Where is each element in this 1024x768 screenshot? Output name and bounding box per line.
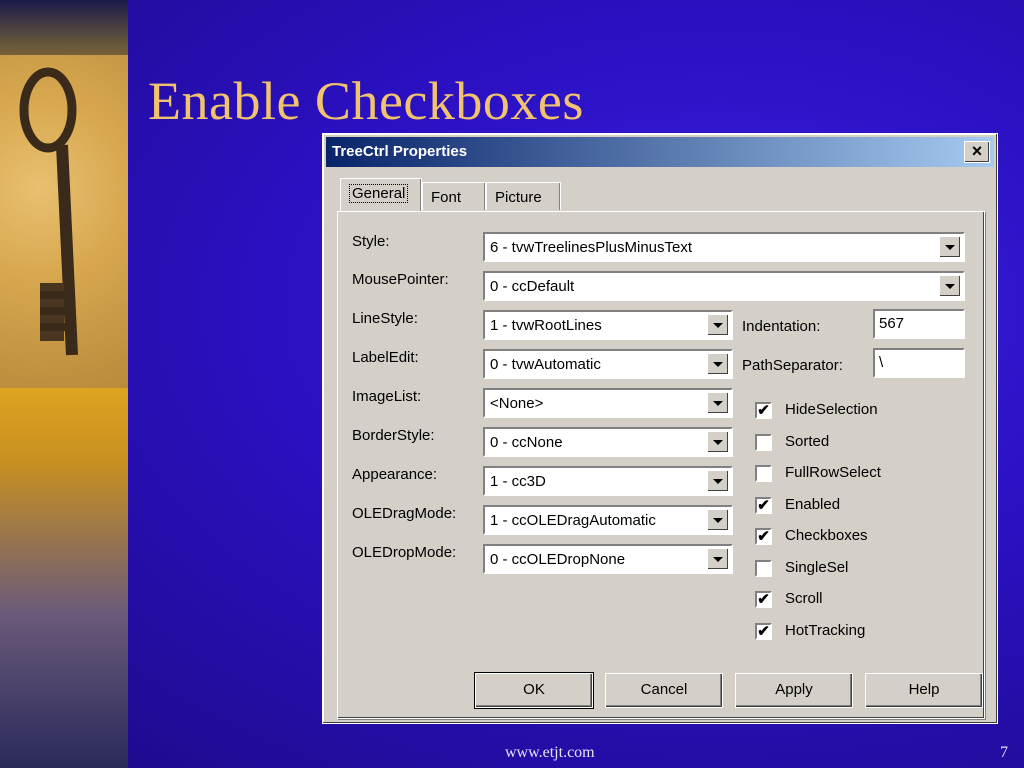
chevron-down-icon[interactable] (707, 470, 729, 492)
cancel-button[interactable]: Cancel (605, 673, 723, 708)
linestyle-select[interactable]: 1 - tvwRootLines (483, 310, 733, 340)
imagelist-value: <None> (490, 395, 544, 412)
checkbox-box[interactable]: ✔ (755, 623, 772, 640)
tab-picture-label: Picture (495, 189, 542, 206)
hideselection-label: HideSelection (785, 401, 878, 418)
apply-button[interactable]: Apply (735, 673, 853, 708)
style-label: Style: (352, 233, 390, 250)
oledragmode-value: 1 - ccOLEDragAutomatic (490, 512, 656, 529)
pathseparator-label: PathSeparator: (742, 357, 843, 374)
general-tab-panel: Style: MousePointer: LineStyle: LabelEdi… (337, 211, 985, 719)
pathseparator-value: \ (879, 354, 884, 371)
labeledit-label: LabelEdit: (352, 349, 419, 366)
labeledit-value: 0 - tvwAutomatic (490, 356, 601, 373)
linestyle-value: 1 - tvwRootLines (490, 317, 602, 334)
labeledit-select[interactable]: 0 - tvwAutomatic (483, 349, 733, 379)
chevron-down-icon[interactable] (707, 509, 729, 531)
singlesel-label: SingleSel (785, 559, 849, 576)
borderstyle-label: BorderStyle: (352, 427, 435, 444)
mousepointer-select[interactable]: 0 - ccDefault (483, 271, 965, 301)
checkbox-box[interactable] (755, 560, 772, 577)
treectrl-properties-dialog: TreeCtrl Properties × General Font Pictu… (322, 133, 998, 724)
style-value: 6 - tvwTreelinesPlusMinusText (490, 239, 693, 256)
close-button[interactable]: × (964, 141, 990, 163)
checkbox-box[interactable]: ✔ (755, 402, 772, 419)
footer-url: www.etjt.com (505, 744, 595, 761)
appearance-select[interactable]: 1 - cc3D (483, 466, 733, 496)
checkbox-box[interactable]: ✔ (755, 497, 772, 514)
slide-title: Enable Checkboxes (148, 71, 584, 131)
mousepointer-label: MousePointer: (352, 271, 449, 288)
chevron-down-icon[interactable] (707, 431, 729, 453)
oledropmode-label: OLEDropMode: (352, 544, 457, 561)
checkboxes-label: Checkboxes (785, 527, 868, 544)
borderstyle-value: 0 - ccNone (490, 434, 563, 451)
linestyle-label: LineStyle: (352, 310, 418, 327)
checkbox-box[interactable] (755, 465, 772, 482)
chevron-down-icon[interactable] (707, 314, 729, 336)
ok-button[interactable]: OK (474, 672, 594, 709)
enabled-label: Enabled (785, 496, 841, 513)
chevron-down-icon[interactable] (939, 236, 961, 258)
hottracking-label: HotTracking (785, 622, 866, 639)
imagelist-select[interactable]: <None> (483, 388, 733, 418)
indentation-value: 567 (879, 315, 905, 332)
dialog-titlebar: TreeCtrl Properties × (326, 137, 994, 167)
page-number: 7 (1000, 744, 1008, 761)
mousepointer-value: 0 - ccDefault (490, 278, 575, 295)
oledropmode-select[interactable]: 0 - ccOLEDropNone (483, 544, 733, 574)
help-button[interactable]: Help (865, 673, 983, 708)
chevron-down-icon[interactable] (707, 353, 729, 375)
checkbox-box[interactable]: ✔ (755, 528, 772, 545)
tab-font[interactable]: Font (422, 182, 486, 210)
indentation-input[interactable]: 567 (873, 309, 965, 339)
pathseparator-input[interactable]: \ (873, 348, 965, 378)
tab-picture[interactable]: Picture (486, 182, 561, 210)
chevron-down-icon[interactable] (939, 275, 961, 297)
fullrowselect-label: FullRowSelect (785, 464, 881, 481)
sorted-label: Sorted (785, 433, 830, 450)
dialog-title: TreeCtrl Properties (332, 143, 468, 160)
checkbox-box[interactable] (755, 434, 772, 451)
tab-general-label: General (349, 184, 409, 203)
chevron-down-icon[interactable] (707, 548, 729, 570)
scroll-label: Scroll (785, 590, 823, 607)
oledragmode-select[interactable]: 1 - ccOLEDragAutomatic (483, 505, 733, 535)
oledropmode-value: 0 - ccOLEDropNone (490, 551, 626, 568)
tab-font-label: Font (431, 189, 462, 206)
style-select[interactable]: 6 - tvwTreelinesPlusMinusText (483, 232, 965, 262)
checkbox-box[interactable]: ✔ (755, 591, 772, 608)
indentation-label: Indentation: (742, 318, 821, 335)
key-image (0, 55, 128, 388)
appearance-label: Appearance: (352, 466, 438, 483)
appearance-value: 1 - cc3D (490, 473, 546, 490)
oledragmode-label: OLEDragMode: (352, 505, 457, 522)
chevron-down-icon[interactable] (707, 392, 729, 414)
tab-general[interactable]: General (340, 178, 422, 211)
imagelist-label: ImageList: (352, 388, 422, 405)
borderstyle-select[interactable]: 0 - ccNone (483, 427, 733, 457)
